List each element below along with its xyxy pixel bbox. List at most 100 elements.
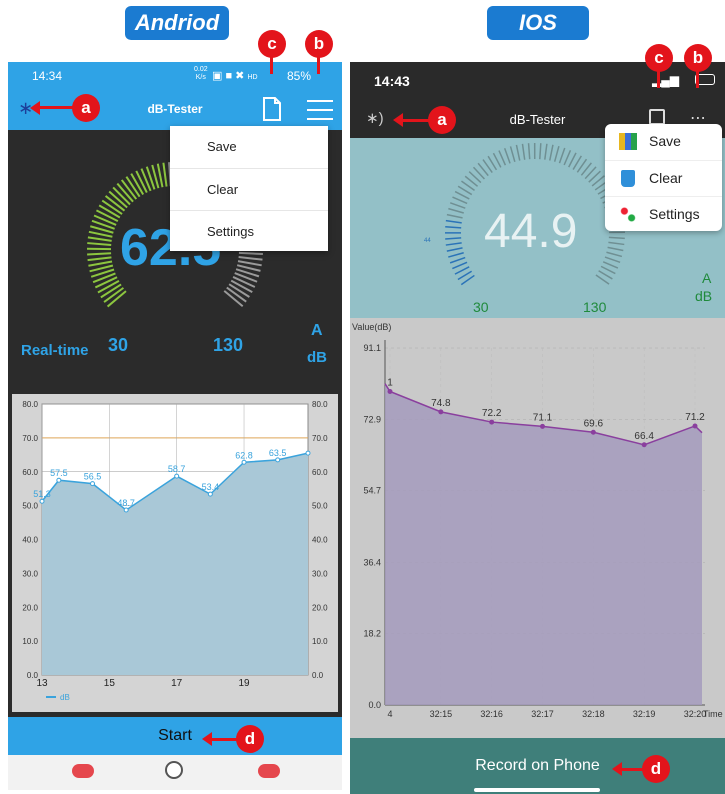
app-title: dB-Tester	[147, 102, 203, 116]
android-title-badge: Andriod	[125, 6, 229, 40]
y-tick-label: 50.0	[22, 502, 38, 511]
menu-item-save[interactable]: Save	[605, 124, 722, 159]
gauge-tick	[87, 256, 112, 262]
gauge-tick	[558, 147, 566, 164]
data-label: 71.2	[685, 412, 705, 423]
status-net-speed: 0.02 K/s	[194, 66, 208, 82]
record-label: Record on Phone	[475, 757, 600, 774]
menu-item-settings[interactable]: Settings	[170, 210, 328, 251]
data-label: 1	[387, 377, 393, 388]
menu-item-save-label: Save	[649, 133, 681, 149]
ios-chart: Value(dB) 0.0 18.2 36.4 54.7 72.9 91.1 4 32:15 32…	[350, 318, 725, 738]
data-label: 57.5	[50, 468, 68, 478]
data-point	[90, 481, 96, 487]
gauge-tick	[452, 261, 468, 270]
gauge-tick	[602, 261, 619, 269]
status-battery: 85%	[287, 69, 312, 83]
gauge-tick	[87, 242, 112, 246]
data-point	[641, 442, 647, 448]
y-tick-label: 54.7	[363, 486, 381, 496]
gauge-tick	[87, 252, 112, 256]
marker-d-arrow-android	[210, 738, 238, 741]
data-label: 69.6	[584, 418, 604, 429]
gauge-tick	[232, 275, 256, 288]
scale-max: 130	[583, 299, 607, 315]
gauge-tick	[549, 144, 554, 161]
data-point	[692, 423, 698, 429]
gauge-tick	[445, 242, 462, 246]
menu-item-clear-label: Clear	[649, 170, 683, 186]
nav-icon-left[interactable]	[72, 764, 94, 778]
nav-icon-right[interactable]	[258, 764, 280, 778]
menu-item-save[interactable]: Save	[170, 126, 328, 167]
marker-c-ios: c	[645, 44, 673, 72]
menu-item-settings[interactable]: Settings	[605, 196, 722, 231]
marker-a-arrow-ios	[400, 119, 430, 122]
data-label: 51.3	[33, 489, 51, 499]
data-point	[387, 388, 393, 394]
y-tick-label-right: 80.0	[312, 400, 328, 409]
nav-icon-center[interactable]	[165, 761, 183, 779]
y-tick-label-right: 40.0	[312, 536, 328, 545]
gauge-tick	[445, 219, 462, 224]
y-tick-label-right: 30.0	[312, 569, 328, 578]
marker-d-android: d	[236, 725, 264, 753]
menu-item-clear[interactable]: Clear	[605, 160, 722, 195]
gauge-tick	[492, 152, 502, 168]
gauge-tick	[563, 149, 572, 166]
android-bottom-nav	[8, 755, 342, 790]
arrowhead-icon	[30, 101, 40, 115]
data-label: 53.4	[202, 482, 220, 492]
binders-icon	[619, 133, 637, 150]
gauge-tick	[553, 146, 560, 162]
gauge-tick	[445, 225, 462, 229]
menu-item-settings-label: Settings	[649, 206, 700, 222]
scale-min: 30	[473, 299, 489, 315]
data-point	[275, 457, 281, 463]
y-tick-label-right: 0.0	[312, 671, 324, 680]
x-tick-label: 32:16	[480, 709, 503, 719]
gauge-tick	[503, 148, 511, 164]
ios-screen: 14:43 ▂▄▆ ∗) dB-Tester ⋯ 44.9 44 30 130 …	[350, 62, 725, 794]
arrowhead-icon	[202, 732, 212, 746]
gauge-tick	[607, 246, 624, 252]
gauge-tick	[608, 236, 625, 240]
x-tick-label: 19	[238, 678, 250, 689]
y-tick-label: 70.0	[22, 434, 38, 443]
y-tick-label: 40.0	[22, 536, 38, 545]
y-tick-label: 18.2	[363, 629, 381, 639]
menu-icon[interactable]	[307, 99, 333, 121]
data-point	[540, 423, 545, 429]
gauge-tick	[238, 256, 263, 261]
data-label: 72.2	[482, 408, 502, 419]
gauge-tick	[446, 247, 463, 252]
menu-item-clear[interactable]: Clear	[170, 168, 328, 209]
series-area	[385, 383, 702, 705]
status-time: 14:43	[374, 73, 410, 89]
calendar-icon[interactable]	[649, 109, 665, 125]
gauge-tick	[156, 163, 164, 188]
file-icon[interactable]	[261, 96, 283, 122]
marker-b-android: b	[305, 30, 333, 58]
marker-c-arrow-android	[270, 56, 273, 74]
start-label: Start	[158, 727, 192, 744]
data-point	[438, 409, 444, 415]
y-axis-title: Value(dB)	[352, 322, 391, 332]
x-tick-label: 15	[104, 678, 116, 689]
android-screen: 14:34 0.02 K/s ▣ ■ ✖ HD 85% ∗ dB-Tester …	[8, 62, 342, 790]
data-point	[207, 491, 213, 497]
gauge-tick	[445, 237, 462, 240]
y-tick-label-right: 50.0	[312, 502, 328, 511]
scale-max: 130	[213, 335, 244, 355]
x-axis-title: Time	[703, 709, 723, 719]
gauge-tick	[449, 202, 466, 209]
gauge-tick	[521, 143, 526, 160]
arrowhead-icon	[612, 762, 622, 776]
gauge-tick	[238, 251, 263, 255]
gauge-tick	[94, 276, 118, 289]
y-tick-label-right: 10.0	[312, 637, 328, 646]
legend-label: dB	[60, 693, 70, 702]
gauge-tick	[606, 251, 623, 258]
y-tick-label-right: 60.0	[312, 468, 328, 477]
start-button[interactable]: Start	[8, 717, 342, 755]
